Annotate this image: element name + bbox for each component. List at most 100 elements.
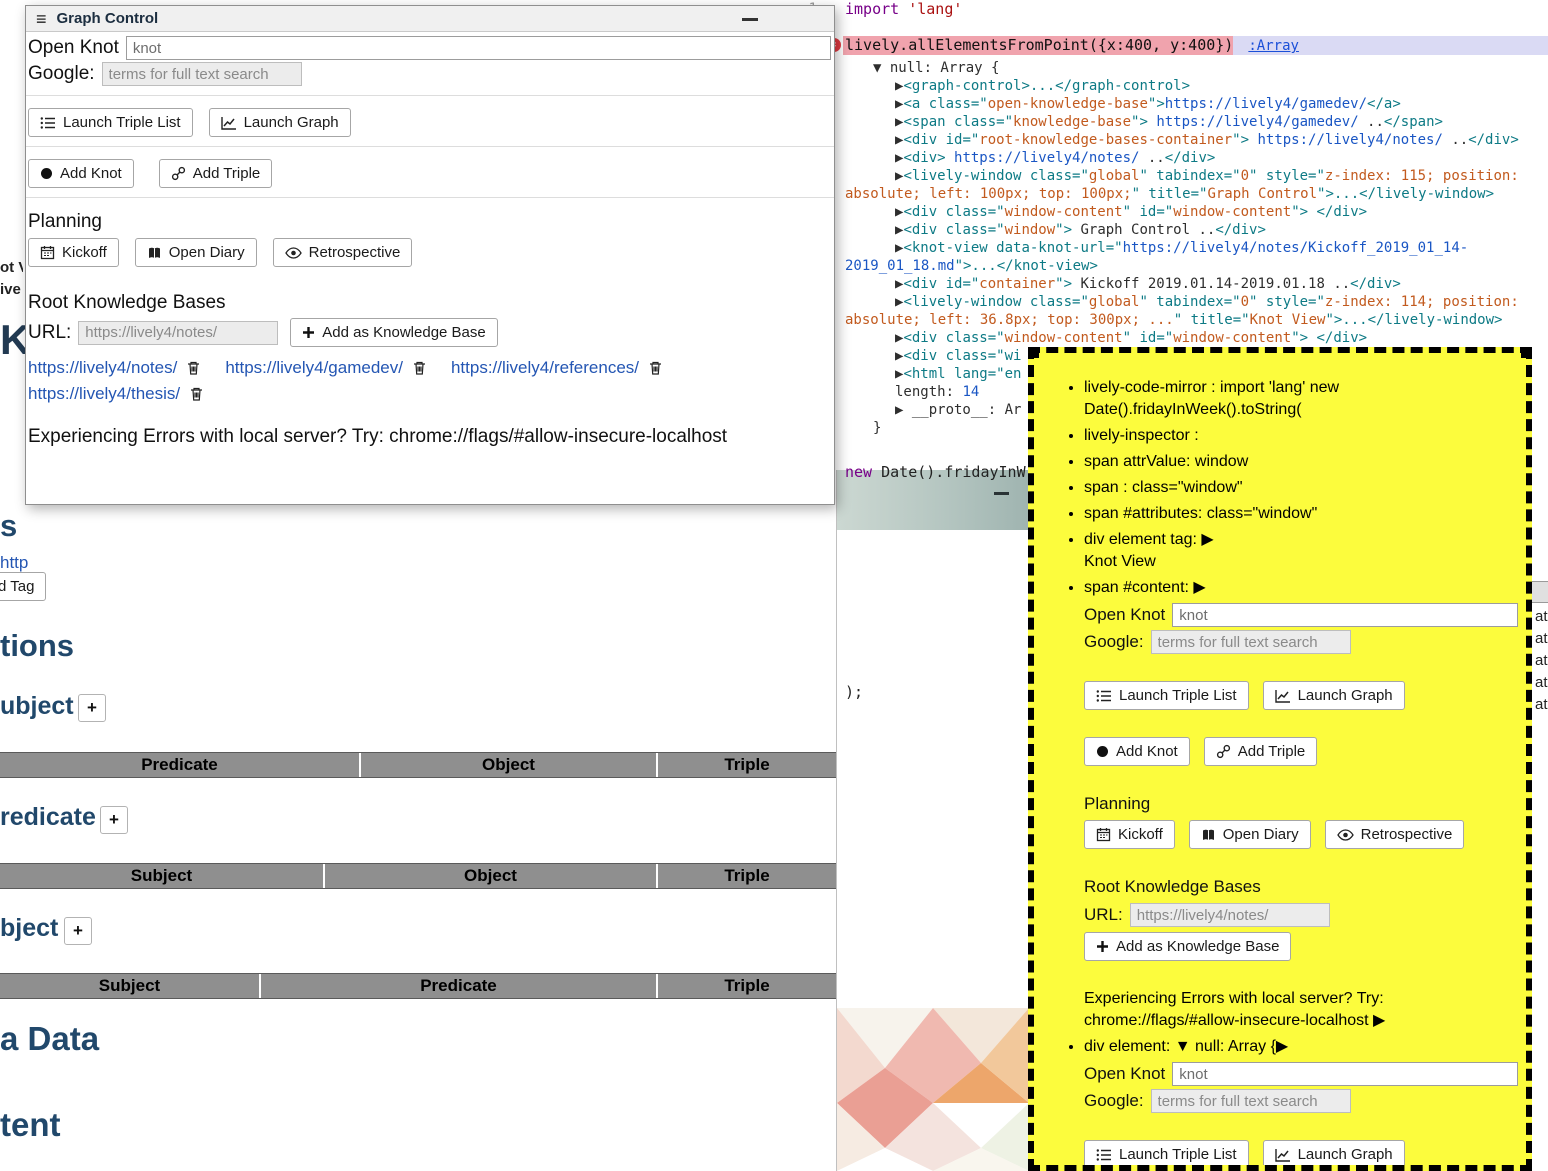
add-predicate-button[interactable]: + xyxy=(100,806,128,834)
launch-triple-list-button[interactable]: Launch Triple List xyxy=(28,108,193,137)
triple-table-header: Predicate Object Triple xyxy=(0,752,836,778)
url-input[interactable] xyxy=(1130,903,1330,927)
trash-icon[interactable] xyxy=(186,360,201,376)
code-line-2[interactable]: 2 xyxy=(775,18,1548,36)
inspector-tree-line[interactable]: ▶<knot-view data-knot-url="https://livel… xyxy=(843,239,1548,275)
local-server-hint: Experiencing Errors with local server? T… xyxy=(28,426,832,448)
url-label: URL: xyxy=(1084,904,1123,926)
selection-handle[interactable] xyxy=(1028,347,1039,358)
minimize-icon[interactable] xyxy=(994,492,1009,495)
embedded-graph-control: Open Knot Google: Launch Triple List Lau… xyxy=(1084,603,1518,1032)
launch-triple-list-button[interactable]: Launch Triple List xyxy=(1084,681,1249,710)
inspector-tree-line[interactable]: ▶<graph-control>...</graph-control> xyxy=(843,77,1548,95)
embedded-graph-control: Open Knot Google: Launch Triple List Lau… xyxy=(1084,1062,1518,1171)
knowledge-base-item: https://lively4/thesis/ xyxy=(28,382,204,405)
kb-link[interactable]: https://lively4/references/ xyxy=(451,356,639,379)
expand-arrow-icon[interactable]: ▶ xyxy=(1201,531,1213,548)
overlay-item-code-mirror: lively-code-mirror : import 'lang' new D… xyxy=(1084,377,1518,421)
overlay-item-div-element: div element: ▼ null: Array {▶ Open Knot … xyxy=(1084,1036,1518,1171)
add-tag-button[interactable]: d Tag xyxy=(0,572,46,601)
code-line-3[interactable]: ! 3 ✕ lively.allElementsFromPoint({x:400… xyxy=(775,36,1548,55)
kb-link[interactable]: https://lively4/gamedev/ xyxy=(225,356,403,379)
inspector-tree-line[interactable]: ▶<lively-window class="global" tabindex=… xyxy=(843,167,1548,203)
add-knowledge-base-button[interactable]: Add as Knowledge Base xyxy=(290,318,497,347)
add-knowledge-base-button[interactable]: Add as Knowledge Base xyxy=(1084,932,1291,961)
trash-icon[interactable] xyxy=(412,360,427,376)
add-knot-button[interactable]: Add Knot xyxy=(1084,737,1190,766)
inspector-tree-line[interactable]: ▶<div class="window"> Graph Control ..</… xyxy=(843,221,1548,239)
local-server-hint: Experiencing Errors with local server? T… xyxy=(1084,988,1518,1032)
launch-graph-button[interactable]: Launch Graph xyxy=(1263,681,1405,710)
google-search-input[interactable] xyxy=(102,62,302,86)
inspector-tree-line[interactable]: ▼ null: Array { xyxy=(843,59,1548,77)
open-knot-input[interactable] xyxy=(126,36,831,60)
link-fragment-http[interactable]: http xyxy=(0,553,28,573)
table-column-header: Triple xyxy=(658,753,836,777)
predicate-heading-fragment: redicate xyxy=(0,803,96,832)
retrospective-button[interactable]: Retrospective xyxy=(273,238,413,267)
selection-handle[interactable] xyxy=(1521,347,1532,358)
desktop-background-pattern xyxy=(837,1008,1029,1171)
expand-arrow-icon[interactable]: ▶ xyxy=(1193,579,1205,596)
knowledge-base-item: https://lively4/gamedev/ xyxy=(225,356,427,379)
calendar-icon xyxy=(40,245,55,260)
add-triple-button[interactable]: Add Triple xyxy=(159,159,273,188)
overlay-item-inspector: lively-inspector : xyxy=(1084,425,1518,447)
kb-link[interactable]: https://lively4/notes/ xyxy=(28,356,177,379)
kickoff-button[interactable]: Kickoff xyxy=(28,238,119,267)
kb-link[interactable]: https://lively4/thesis/ xyxy=(28,382,180,405)
overlay-item-span-attrvalue: span attrValue: window xyxy=(1084,451,1518,473)
table-column-header: Subject xyxy=(0,974,261,998)
inspector-tree-line[interactable]: ▶<div> https://lively4/notes/ ..</div> xyxy=(843,149,1548,167)
list-icon xyxy=(1096,1148,1112,1162)
launch-graph-button[interactable]: Launch Graph xyxy=(209,108,351,137)
kickoff-button[interactable]: Kickoff xyxy=(1084,820,1175,849)
eye-icon xyxy=(285,247,302,259)
inspector-overlay-panel[interactable]: lively-code-mirror : import 'lang' new D… xyxy=(1028,347,1532,1171)
inspector-tree-line[interactable]: ▶<span class="knowledge-base"> https://l… xyxy=(843,113,1548,131)
root-knowledge-bases-label: Root Knowledge Bases xyxy=(28,292,832,314)
inspector-tree-line[interactable]: ▶<div id="container"> Kickoff 2019.01.14… xyxy=(843,275,1548,293)
eye-icon xyxy=(1337,829,1354,841)
url-input[interactable] xyxy=(78,321,278,345)
planning-label: Planning xyxy=(1084,793,1518,815)
google-search-input[interactable] xyxy=(1151,1089,1351,1113)
code-line-1[interactable]: 1 import 'lang' xyxy=(775,0,1548,18)
meta-data-heading-fragment: a Data xyxy=(0,1020,99,1058)
inspector-tree-line[interactable]: ▶<div id="root-knowledge-bases-container… xyxy=(843,131,1548,149)
window-menu-icon[interactable]: ≡ xyxy=(36,10,47,28)
result-type-link[interactable]: :Array xyxy=(1248,38,1299,54)
table-column-header: Triple xyxy=(658,974,836,998)
error-highlighted-code[interactable]: lively.allElementsFromPoint({x:400, y:40… xyxy=(843,36,1233,55)
overlay-item-div-tag: div element tag: ▶ Knot View xyxy=(1084,529,1518,573)
add-object-button[interactable]: + xyxy=(64,917,92,945)
inspector-tree-line[interactable]: ▶<a class="open-knowledge-base">https://… xyxy=(843,95,1548,113)
open-diary-button[interactable]: Open Diary xyxy=(135,238,257,267)
link-icon xyxy=(1216,744,1231,759)
launch-graph-button[interactable]: Launch Graph xyxy=(1263,1140,1405,1169)
triple-table-header: Subject Predicate Triple xyxy=(0,973,836,999)
clipped-button-fragment xyxy=(1531,581,1548,603)
plus-icon xyxy=(302,326,315,339)
add-triple-button[interactable]: Add Triple xyxy=(1204,737,1318,766)
add-subject-button[interactable]: + xyxy=(78,694,106,722)
inspector-tree-line[interactable]: ▶<lively-window class="global" tabindex=… xyxy=(843,293,1548,329)
trash-icon[interactable] xyxy=(189,386,204,402)
add-knot-button[interactable]: Add Knot xyxy=(28,159,134,188)
minimize-icon[interactable] xyxy=(742,18,758,21)
open-diary-button[interactable]: Open Diary xyxy=(1189,820,1311,849)
open-knot-input[interactable] xyxy=(1172,603,1518,627)
inspector-tree-line[interactable]: ▶<div class="window-content" id="window-… xyxy=(843,329,1548,347)
window-titlebar[interactable]: ≡ Graph Control xyxy=(26,6,834,32)
open-knot-input[interactable] xyxy=(1172,1062,1518,1086)
plus-icon xyxy=(1096,940,1109,953)
expand-arrow-icon[interactable]: ▶ xyxy=(1373,1012,1385,1029)
launch-triple-list-button[interactable]: Launch Triple List xyxy=(1084,1140,1249,1169)
trash-icon[interactable] xyxy=(648,360,663,376)
google-search-input[interactable] xyxy=(1151,630,1351,654)
inspector-tree-line[interactable]: ▶<div class="window-content" id="window-… xyxy=(843,203,1548,221)
retrospective-button[interactable]: Retrospective xyxy=(1325,820,1465,849)
overlay-item-span-content: span #content: ▶ Open Knot Google: Launc… xyxy=(1084,577,1518,1032)
expand-arrow-icon[interactable]: ▶ xyxy=(1276,1038,1288,1055)
open-knot-label: Open Knot xyxy=(1084,1063,1165,1085)
